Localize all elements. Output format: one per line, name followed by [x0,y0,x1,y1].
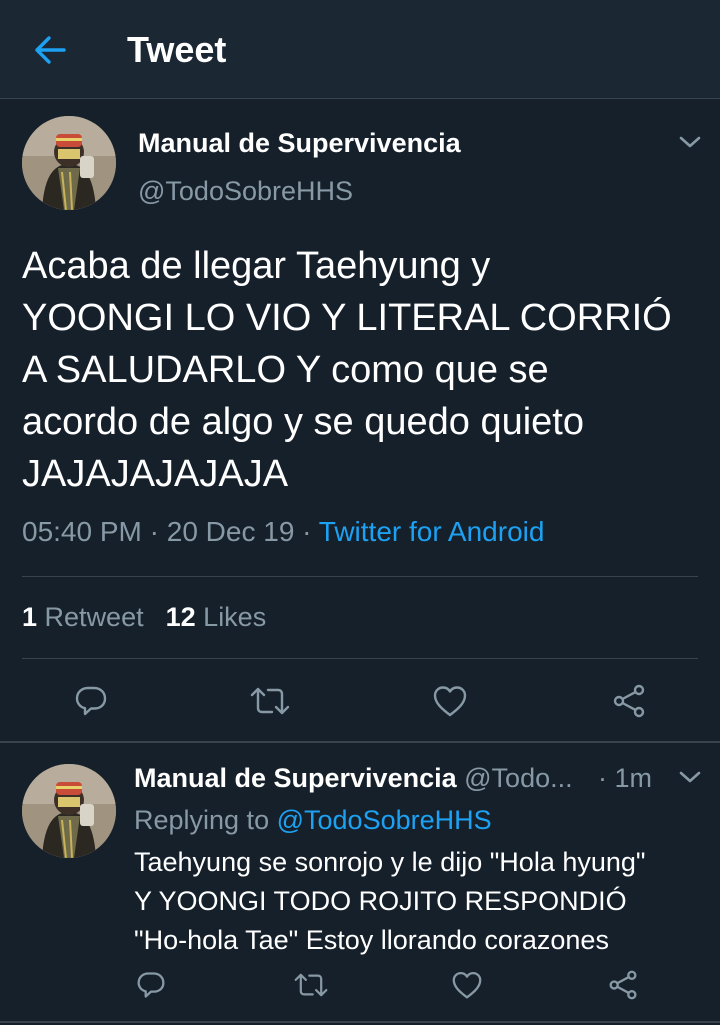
reply-header: Manual de Supervivencia @Todo... [134,760,674,796]
tweet-text: Acaba de llegar Taehyung y YOONGI LO VIO… [22,240,702,500]
reply-author-handle[interactable]: @Todo... [464,763,572,793]
meta-separator: · [302,516,319,547]
share-button[interactable] [608,680,650,722]
divider [0,741,720,743]
retweet-icon [250,687,290,715]
likes-stat[interactable]: 12 Likes [166,602,267,632]
retweet-icon [294,973,328,997]
reply-text: Taehyung se sonrojo y le dijo "Hola hyun… [134,843,704,960]
reply-time: · 1m [598,763,652,793]
arrow-left-icon [35,36,66,64]
reply-button[interactable] [134,968,168,1002]
reply-menu-button[interactable] [678,767,702,792]
retweet-button[interactable] [249,680,291,722]
avatar[interactable] [22,764,116,858]
tweet-text-line: Acaba de llegar Taehyung y [22,245,491,287]
likes-label: Likes [203,602,267,632]
divider [0,1021,720,1023]
replying-prefix: Replying to [134,805,270,835]
heart-icon [433,686,467,717]
tweet-text-line: JAJAJAJAJAJA [22,453,289,495]
back-button[interactable] [30,30,70,70]
tweet-text-line: acordo de algo y se quedo quieto [22,401,584,443]
retweets-label: Retweet [44,602,144,632]
divider [22,576,698,577]
tweet-text-line: YOONGI LO VIO Y LITERAL CORRIÓ [22,297,672,339]
reply-text-line: "Ho-hola Tae" Estoy llorando corazones [134,925,609,955]
meta-separator: · [149,516,167,547]
tweet-menu-button[interactable] [678,132,702,157]
like-button[interactable] [450,968,484,1002]
author-name[interactable]: Manual de Supervivencia [138,128,461,159]
top-bar: Tweet [0,0,720,99]
tweet-time: 05:40 PM [22,516,142,547]
reply-author-name[interactable]: Manual de Supervivencia [134,763,457,793]
retweet-button[interactable] [294,968,328,1002]
reply-button[interactable] [70,680,112,722]
retweets-count: 1 [22,602,38,632]
tweet-meta: 05:40 PM · 20 Dec 19 · Twitter for Andro… [22,516,544,548]
reply-text-line: Y YOONGI TODO ROJITO RESPONDIÓ [134,886,627,916]
retweets-stat[interactable]: 1 Retweet [22,602,144,632]
avatar[interactable] [22,116,116,210]
reply-text-line: Taehyung se sonrojo y le dijo "Hola hyun… [134,847,646,877]
replying-handle-link[interactable]: @TodoSobreHHS [277,805,492,835]
share-icon [609,970,637,1000]
tweet-source-link[interactable]: Twitter for Android [319,516,545,547]
heart-icon [452,971,482,999]
replying-to: Replying to @TodoSobreHHS [134,802,492,838]
tweet-stats: 1 Retweet 12 Likes [22,602,266,633]
divider [22,658,698,659]
share-button[interactable] [606,968,640,1002]
page-title: Tweet [127,29,227,70]
tweet-text-line: A SALUDARLO Y como que se [22,349,549,391]
reply-icon [137,972,165,998]
like-button[interactable] [429,680,471,722]
likes-count: 12 [165,602,196,632]
chevron-down-icon [679,136,701,148]
share-icon [613,684,645,718]
reply-icon [75,686,107,716]
chevron-down-icon [679,771,701,783]
author-handle[interactable]: @TodoSobreHHS [138,176,353,207]
tweet-date: 20 Dec 19 [166,516,295,547]
